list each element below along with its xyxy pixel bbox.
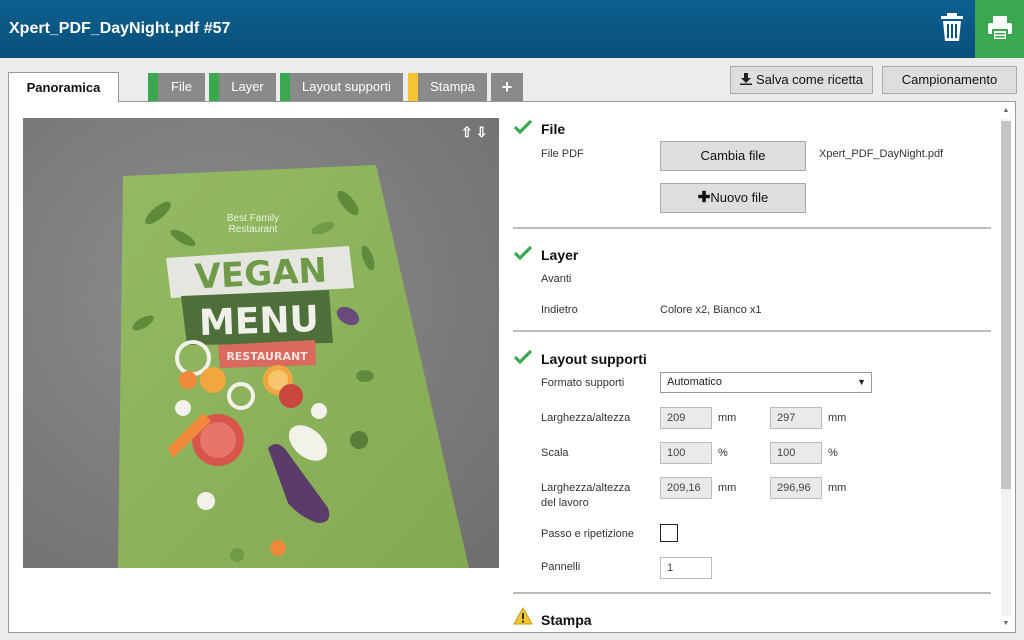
check-icon	[514, 349, 532, 364]
print-button[interactable]	[975, 0, 1024, 58]
tab-label: Layer	[231, 79, 264, 94]
change-file-button[interactable]: Cambia file	[660, 141, 806, 171]
unit-percent: %	[718, 447, 728, 459]
scroll-down-icon[interactable]: ▼	[999, 618, 1013, 630]
warning-icon	[513, 607, 533, 625]
job-preview[interactable]: Best Family Restaurant VEGAN MENU RESTAU…	[23, 118, 499, 568]
scroll-up-icon[interactable]: ▲	[999, 105, 1013, 117]
media-format-value: Automatico	[667, 376, 723, 388]
save-recipe-button[interactable]: Salva come ricetta	[730, 66, 873, 94]
height-field[interactable]: 297	[770, 407, 822, 429]
new-file-button[interactable]: ✚Nuovo file	[660, 183, 806, 213]
tab-panoramica[interactable]: Panoramica	[8, 72, 119, 102]
vegan-word: VEGAN	[194, 251, 328, 298]
file-section-title: File	[541, 121, 566, 137]
brand-line-1: Best Family	[227, 213, 279, 224]
check-icon	[514, 119, 532, 134]
window-title: Xpert_PDF_DayNight.pdf #57	[9, 20, 231, 37]
restaurant-word: RESTAURANT	[226, 350, 308, 363]
scroll-thumb[interactable]	[1001, 121, 1011, 489]
menu-word: MENU	[198, 299, 319, 344]
pdf-file-label: File PDF	[541, 148, 584, 160]
unit-mm: mm	[828, 412, 847, 424]
back-layer-value: Colore x2, Bianco x1	[660, 304, 762, 316]
dropdown-arrow-icon: ▼	[857, 377, 866, 387]
unit-mm: mm	[828, 482, 847, 494]
trash-icon[interactable]	[938, 12, 966, 42]
tab-layout-supporti[interactable]: Layout supporti	[280, 73, 403, 101]
size-label: Larghezza/altezza	[541, 412, 631, 424]
tab-stampa[interactable]: Stampa	[408, 73, 487, 101]
brand-line-2: Restaurant	[229, 224, 278, 235]
tab-layer[interactable]: Layer	[209, 73, 276, 101]
back-label: Indietro	[541, 304, 578, 316]
layout-section-title: Layout supporti	[541, 351, 647, 367]
tab-file[interactable]: File	[148, 73, 205, 101]
add-tab-button[interactable]: +	[491, 73, 523, 101]
save-recipe-label: Salva come ricetta	[756, 72, 863, 87]
sampling-button[interactable]: Campionamento	[882, 66, 1017, 94]
scale-label: Scala	[541, 447, 569, 459]
plus-icon: +	[501, 77, 513, 97]
unit-percent: %	[828, 447, 838, 459]
step-repeat-label: Passo e ripetizione	[541, 528, 634, 540]
pdf-filename: Xpert_PDF_DayNight.pdf	[819, 148, 944, 160]
tab-label: Stampa	[430, 79, 475, 94]
layer-section-title: Layer	[541, 247, 579, 263]
reorder-arrows-icon[interactable]: ⇧⇩	[461, 124, 490, 141]
overview-panel: Best Family Restaurant VEGAN MENU RESTAU…	[8, 101, 1016, 633]
panels-label: Pannelli	[541, 561, 581, 573]
print-section-title: Stampa	[541, 612, 592, 628]
panel-scrollbar[interactable]: ▲ ▼	[999, 105, 1013, 630]
media-format-select[interactable]: Automatico ▼	[660, 372, 872, 393]
front-label: Avanti	[541, 273, 572, 285]
tab-label: Panoramica	[26, 80, 101, 95]
new-file-label: Nuovo file	[710, 190, 769, 205]
media-format-label: Formato supporti	[541, 377, 625, 389]
plus-icon: ✚	[697, 189, 711, 206]
check-icon	[514, 245, 532, 260]
download-icon	[740, 73, 753, 85]
width-field[interactable]: 209	[660, 407, 712, 429]
unit-mm: mm	[718, 412, 737, 424]
tab-label: Layout supporti	[302, 79, 391, 94]
job-size-label-2: del lavoro	[541, 497, 589, 509]
job-height-field[interactable]: 296,96	[770, 477, 822, 499]
panels-field[interactable]: 1	[660, 557, 712, 579]
step-repeat-checkbox[interactable]	[660, 524, 678, 542]
scale-y-field[interactable]: 100	[770, 442, 822, 464]
menu-preview-image: Best Family Restaurant VEGAN MENU RESTAU…	[118, 165, 469, 568]
job-width-field[interactable]: 209,16	[660, 477, 712, 499]
scale-x-field[interactable]: 100	[660, 442, 712, 464]
job-size-label-1: Larghezza/altezza	[541, 482, 631, 494]
title-bar: Xpert_PDF_DayNight.pdf #57	[0, 0, 1024, 58]
unit-mm: mm	[718, 482, 737, 494]
printer-icon	[988, 16, 1012, 41]
